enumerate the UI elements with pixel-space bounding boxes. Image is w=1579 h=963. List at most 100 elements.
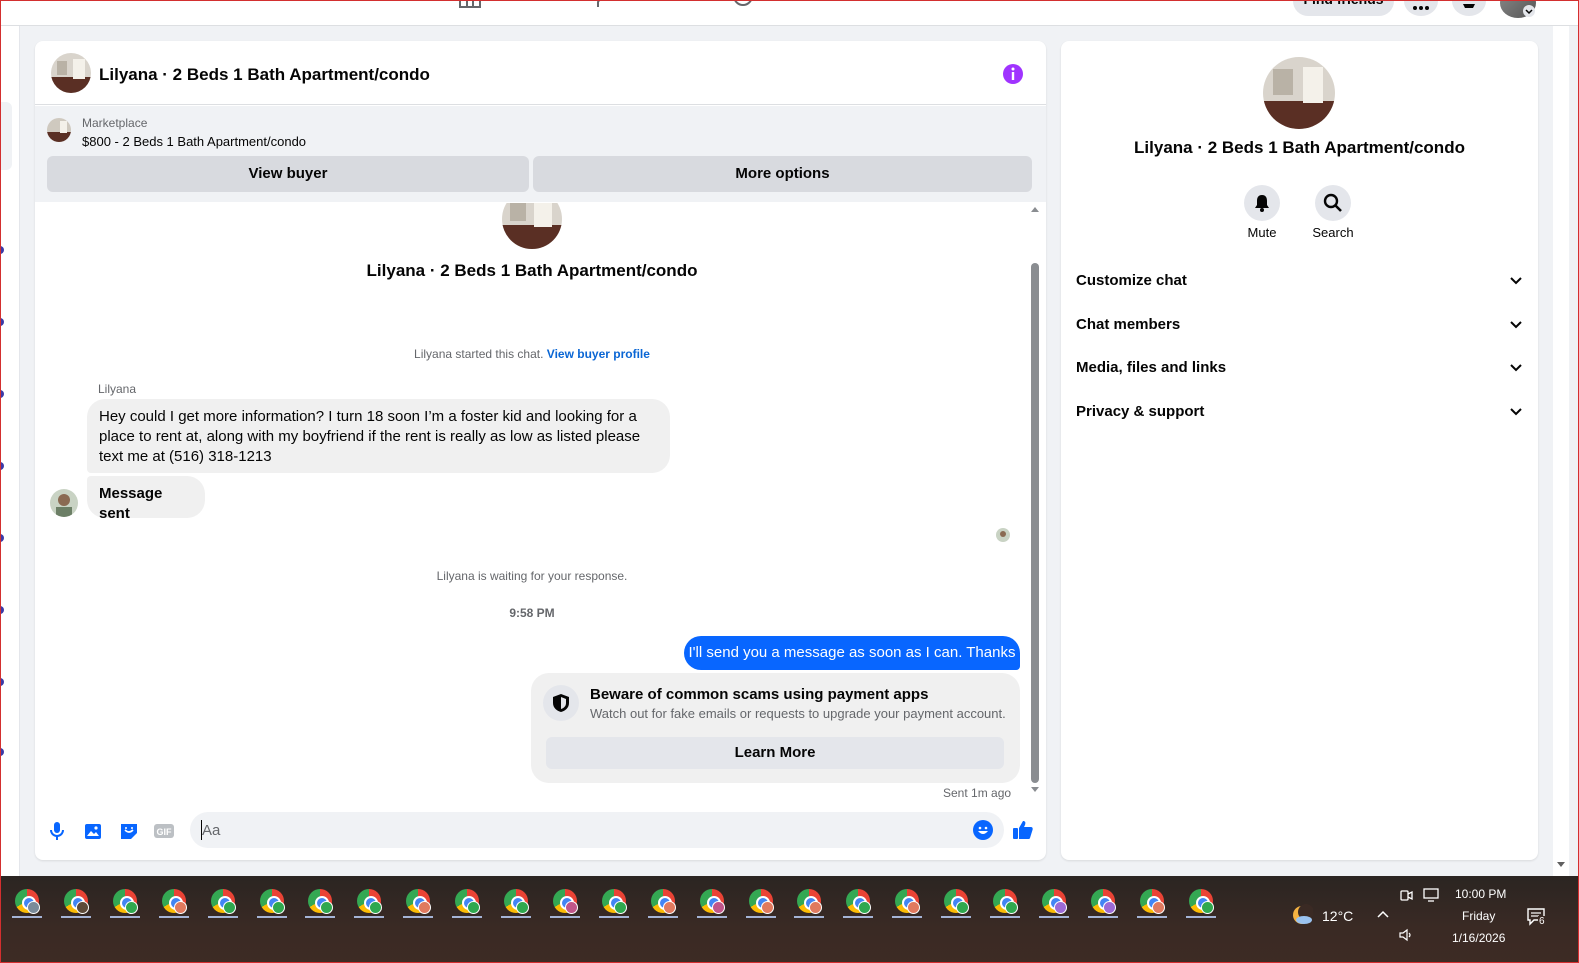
incoming-message[interactable]: Hey could I get more information? I turn… [87, 399, 670, 473]
clock-date[interactable]: 1/16/2026 [1452, 931, 1505, 945]
privacy-support-section[interactable]: Privacy & support [1076, 392, 1523, 432]
clock-day[interactable]: Friday [1462, 909, 1495, 923]
chevron-up-icon[interactable] [1377, 910, 1389, 918]
photo-icon[interactable] [82, 820, 104, 842]
temperature[interactable]: 12°C [1322, 908, 1353, 924]
listing-title[interactable]: $800 - 2 Beds 1 Bath Apartment/condo [82, 134, 306, 149]
chevron-down-icon[interactable] [1509, 405, 1523, 419]
chrome-taskbar-icon[interactable] [597, 886, 631, 920]
chrome-taskbar-icon[interactable] [108, 886, 142, 920]
message-input[interactable] [190, 812, 1004, 848]
sticker-icon[interactable] [118, 820, 140, 842]
chat-title[interactable]: Lilyana · 2 Beds 1 Bath Apartment/condo [99, 65, 430, 85]
marketplace-icon[interactable] [458, 0, 482, 8]
menu-grid-icon[interactable] [1404, 0, 1438, 16]
more-options-button[interactable]: More options [533, 156, 1032, 192]
running-indicator [207, 916, 238, 918]
chrome-taskbar-icon[interactable] [59, 886, 93, 920]
running-indicator [598, 916, 629, 918]
meet-now-icon[interactable] [1399, 888, 1413, 902]
window-scrollbar[interactable] [1553, 26, 1569, 876]
running-indicator [501, 916, 531, 918]
learn-more-button[interactable]: Learn More [546, 737, 1004, 769]
chrome-taskbar-icon[interactable] [792, 886, 826, 920]
section-label: Media, files and links [1076, 359, 1227, 376]
chrome-taskbar-icon[interactable] [841, 886, 875, 920]
chevron-down-icon[interactable] [1509, 318, 1523, 332]
chrome-taskbar-icon[interactable] [1135, 886, 1169, 920]
chrome-taskbar-icon[interactable] [303, 886, 337, 920]
scroll-up-arrow-icon[interactable] [1031, 207, 1039, 212]
running-indicator [158, 916, 189, 918]
chrome-taskbar-icon[interactable] [548, 886, 582, 920]
find-friends-button[interactable]: Find friends [1293, 0, 1394, 16]
chrome-taskbar-icon[interactable] [206, 886, 240, 920]
profile-badge-icon [418, 901, 432, 914]
view-buyer-profile-link[interactable]: View buyer profile [547, 347, 650, 361]
mute-action[interactable]: Mute [1227, 185, 1297, 240]
message-composer: GIF [35, 811, 1046, 851]
sidebar-tab[interactable] [0, 102, 12, 170]
scam-warning-subtitle: Watch out for fake emails or requests to… [590, 706, 1006, 721]
chrome-taskbar-icon[interactable] [890, 886, 924, 920]
chrome-taskbar-icon[interactable] [401, 886, 435, 920]
network-icon[interactable] [1423, 888, 1439, 902]
search-action[interactable]: Search [1298, 185, 1368, 240]
chat-members-section[interactable]: Chat members [1076, 305, 1523, 345]
profile-badge-icon [711, 901, 725, 914]
thread-scrollbar[interactable] [1029, 207, 1041, 797]
groups-icon[interactable] [594, 0, 618, 8]
chrome-taskbar-icon[interactable] [1086, 886, 1120, 920]
customize-chat-section[interactable]: Customize chat [1076, 261, 1523, 301]
chevron-down-icon[interactable] [1509, 361, 1523, 375]
sender-avatar[interactable] [50, 489, 78, 517]
listing-thumbnail[interactable] [47, 118, 71, 142]
chrome-taskbar-icon[interactable] [1184, 886, 1218, 920]
weather-moon-icon[interactable] [1291, 904, 1313, 926]
scroll-down-arrow-icon[interactable] [1557, 862, 1565, 867]
sidebar-indicator [0, 748, 4, 756]
read-receipt-avatar [996, 528, 1010, 542]
chrome-taskbar-icon[interactable] [157, 886, 191, 920]
account-avatar[interactable] [1500, 0, 1536, 18]
outgoing-message[interactable]: I'll send you a message as soon as I can… [684, 636, 1020, 670]
incoming-message[interactable]: Message sent [87, 476, 205, 522]
running-indicator [12, 916, 42, 918]
chrome-taskbar-icon[interactable] [939, 886, 973, 920]
profile-badge-icon [173, 901, 187, 914]
running-indicator [354, 916, 385, 918]
info-avatar[interactable] [1263, 57, 1335, 129]
profile-badge-icon [320, 901, 334, 914]
scroll-thumb[interactable] [1031, 263, 1039, 783]
chat-avatar[interactable] [51, 53, 91, 93]
view-buyer-button[interactable]: View buyer [47, 156, 529, 192]
chrome-taskbar-icon[interactable] [352, 886, 386, 920]
chrome-taskbar-icon[interactable] [10, 886, 44, 920]
microphone-icon[interactable] [46, 820, 68, 842]
profile-badge-icon [907, 901, 921, 914]
chrome-taskbar-icon[interactable] [255, 886, 289, 920]
sender-name: Lilyana [98, 382, 137, 396]
search-icon[interactable] [1315, 185, 1351, 221]
chrome-taskbar-icon[interactable] [1037, 886, 1071, 920]
chrome-taskbar-icon[interactable] [695, 886, 729, 920]
notifications-bell-icon[interactable] [1452, 0, 1486, 16]
volume-icon[interactable] [1398, 928, 1414, 942]
chrome-taskbar-icon[interactable] [499, 886, 533, 920]
profile-icon[interactable] [731, 0, 755, 8]
emoji-icon[interactable] [972, 819, 994, 841]
chevron-down-icon[interactable] [1509, 274, 1523, 288]
media-files-links-section[interactable]: Media, files and links [1076, 348, 1523, 388]
scroll-down-arrow-icon[interactable] [1031, 787, 1039, 792]
gif-icon[interactable]: GIF [153, 820, 175, 842]
chrome-taskbar-icon[interactable] [450, 886, 484, 920]
chat-started-text: Lilyana started this chat. [414, 347, 544, 361]
chrome-taskbar-icon[interactable] [744, 886, 778, 920]
thumbs-up-icon[interactable] [1011, 818, 1035, 842]
sidebar-indicator [0, 462, 4, 470]
bell-icon[interactable] [1244, 185, 1280, 221]
info-icon[interactable] [1001, 62, 1025, 86]
chrome-taskbar-icon[interactable] [646, 886, 680, 920]
clock-time[interactable]: 10:00 PM [1455, 887, 1506, 901]
chrome-taskbar-icon[interactable] [988, 886, 1022, 920]
